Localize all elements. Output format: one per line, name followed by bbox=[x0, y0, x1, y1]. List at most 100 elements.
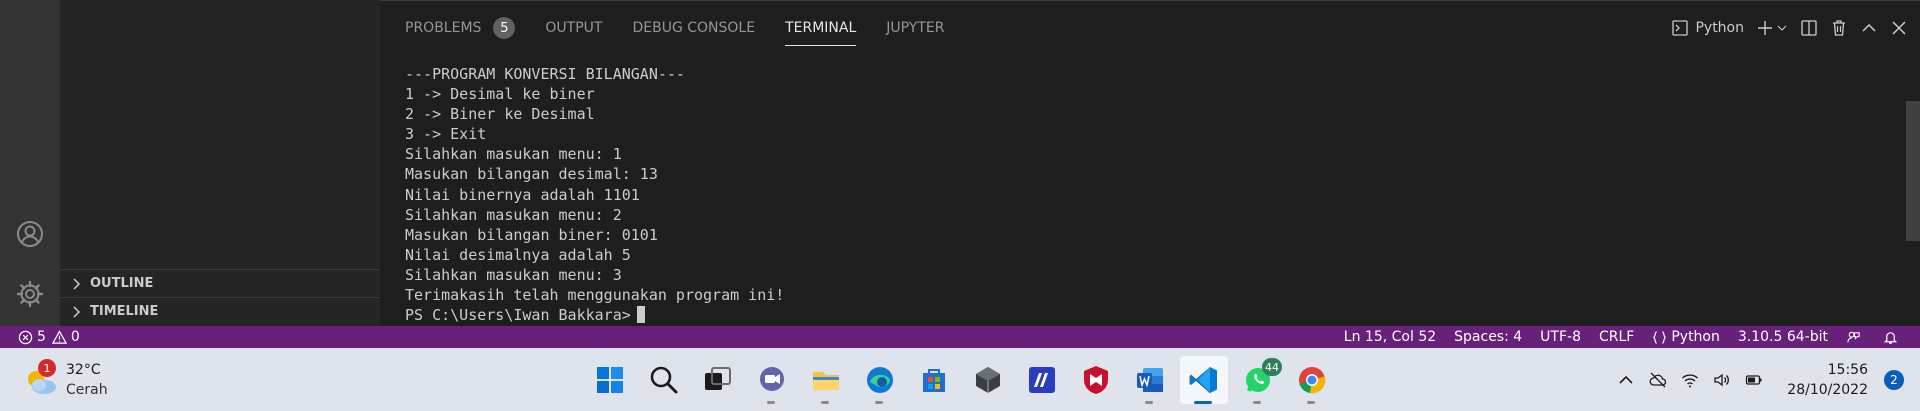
cloud-offline-icon[interactable] bbox=[1645, 367, 1671, 393]
notification-center-badge[interactable]: 2 bbox=[1884, 370, 1904, 390]
weather-condition: Cerah bbox=[66, 382, 108, 398]
sidebar: OUTLINE TIMELINE bbox=[60, 0, 380, 326]
tab-terminal[interactable]: TERMINAL bbox=[785, 8, 857, 48]
indentation[interactable]: Spaces: 4 bbox=[1454, 329, 1522, 345]
terminal-dropdown-button[interactable] bbox=[1776, 19, 1788, 37]
tab-output-label: OUTPUT bbox=[545, 20, 603, 36]
plus-icon bbox=[1758, 21, 1772, 35]
wifi-icon[interactable] bbox=[1677, 367, 1703, 393]
terminal-line: Nilai binernya adalah 1101 bbox=[405, 185, 640, 204]
terminal-prompt: PS C:\Users\Iwan Bakkara> bbox=[405, 306, 631, 325]
split-terminal-button[interactable] bbox=[1800, 19, 1818, 37]
clock-date: 28/10/2022 bbox=[1787, 382, 1868, 398]
terminal-line: Silahkan masukan menu: 3 bbox=[405, 265, 622, 284]
language-label: Python bbox=[1671, 329, 1720, 345]
clock[interactable]: 15:56 28/10/2022 bbox=[1787, 360, 1868, 400]
panel-tabs: PROBLEMS 5 OUTPUT DEBUG CONSOLE TERMINAL… bbox=[380, 1, 974, 55]
error-icon bbox=[18, 330, 33, 344]
weather-alert-badge: 1 bbox=[38, 359, 56, 377]
word-icon[interactable] bbox=[1126, 356, 1174, 404]
outline-label: OUTLINE bbox=[90, 276, 154, 291]
screen: OUTLINE TIMELINE PROBLEMS 5 OUTPUT DEBUG… bbox=[0, 0, 1920, 411]
terminal-profile-selector[interactable]: Python bbox=[1671, 19, 1744, 37]
file-explorer-icon[interactable] bbox=[802, 356, 850, 404]
chevron-down-icon bbox=[1777, 25, 1787, 31]
app-m-icon[interactable] bbox=[1018, 356, 1066, 404]
cursor-position[interactable]: Ln 15, Col 52 bbox=[1344, 329, 1436, 345]
show-hidden-icons-chevron-up-icon[interactable] bbox=[1613, 367, 1639, 393]
terminal-output[interactable]: ---PROGRAM KONVERSI BILANGAN--- 1 -> Desi… bbox=[405, 64, 784, 325]
running-indicator bbox=[1145, 401, 1153, 404]
encoding[interactable]: UTF-8 bbox=[1540, 329, 1581, 345]
terminal-line: Silahkan masukan menu: 2 bbox=[405, 205, 622, 224]
edge-icon[interactable] bbox=[856, 356, 904, 404]
volume-icon[interactable] bbox=[1709, 367, 1735, 393]
chevron-right-icon bbox=[73, 277, 81, 290]
teams-chat-icon[interactable] bbox=[748, 356, 796, 404]
cube-app-icon[interactable] bbox=[964, 356, 1012, 404]
terminal-line: Nilai desimalnya adalah 5 bbox=[405, 245, 631, 264]
weather-widget[interactable]: 1 32°C Cerah bbox=[22, 358, 108, 402]
tab-jupyter-label: JUPYTER bbox=[886, 20, 945, 36]
microsoft-store-icon[interactable] bbox=[910, 356, 958, 404]
close-icon bbox=[1892, 21, 1906, 35]
trash-icon bbox=[1833, 20, 1845, 36]
running-indicator bbox=[1307, 401, 1315, 404]
weather-temperature: 32°C bbox=[66, 362, 101, 378]
problems-count-badge: 5 bbox=[493, 17, 516, 39]
vscode-icon[interactable] bbox=[1180, 356, 1228, 404]
running-indicator bbox=[1253, 401, 1261, 404]
close-panel-button[interactable] bbox=[1890, 19, 1908, 37]
terminal-line: 1 -> Desimal ke biner bbox=[405, 85, 595, 104]
python-interpreter[interactable]: 3.10.5 64-bit bbox=[1738, 329, 1828, 345]
terminal-cursor bbox=[636, 306, 645, 324]
terminal-line: Silahkan masukan menu: 1 bbox=[405, 145, 622, 164]
system-tray: 15:56 28/10/2022 2 bbox=[1613, 356, 1920, 404]
end-of-line[interactable]: CRLF bbox=[1599, 329, 1634, 345]
mcafee-icon[interactable] bbox=[1072, 356, 1120, 404]
whatsapp-icon[interactable]: 44 bbox=[1234, 356, 1282, 404]
chrome-icon[interactable] bbox=[1288, 356, 1336, 404]
outline-section-header[interactable]: OUTLINE bbox=[60, 269, 380, 297]
terminal-line: Terimakasih telah menggunakan program in… bbox=[405, 286, 785, 305]
battery-icon[interactable] bbox=[1741, 367, 1767, 393]
weather-icon: 1 bbox=[22, 359, 60, 399]
account-icon[interactable] bbox=[14, 218, 46, 250]
chevron-right-icon bbox=[73, 305, 81, 318]
tab-problems[interactable]: PROBLEMS 5 bbox=[405, 8, 516, 48]
maximize-panel-button[interactable] bbox=[1860, 19, 1878, 37]
chevron-up-icon bbox=[1862, 23, 1876, 32]
whatsapp-unread-badge: 44 bbox=[1262, 358, 1282, 376]
language-mode[interactable]: Python bbox=[1652, 329, 1720, 345]
running-indicator bbox=[875, 401, 883, 404]
manage-gear-icon[interactable] bbox=[14, 278, 46, 310]
braces-icon bbox=[1653, 330, 1667, 344]
running-indicator bbox=[821, 401, 829, 404]
search-icon[interactable] bbox=[640, 356, 688, 404]
task-view-icon[interactable] bbox=[694, 356, 742, 404]
terminal-line: 2 -> Biner ke Desimal bbox=[405, 105, 595, 124]
notifications-button[interactable] bbox=[1883, 330, 1902, 345]
kill-terminal-button[interactable] bbox=[1830, 19, 1848, 37]
tab-debug-console[interactable]: DEBUG CONSOLE bbox=[632, 8, 755, 48]
taskbar-apps: 44 bbox=[583, 356, 1339, 404]
feedback-button[interactable] bbox=[1846, 330, 1865, 345]
problems-status[interactable]: 5 0 bbox=[18, 329, 80, 345]
timeline-section-header[interactable]: TIMELINE bbox=[60, 297, 380, 325]
tab-problems-label: PROBLEMS bbox=[405, 20, 482, 36]
windows-start-icon[interactable] bbox=[586, 356, 634, 404]
bell-icon bbox=[1883, 331, 1898, 344]
tab-terminal-label: TERMINAL bbox=[785, 20, 857, 36]
warning-icon bbox=[51, 329, 67, 344]
terminal-scrollbar[interactable] bbox=[1906, 101, 1920, 241]
new-terminal-button[interactable] bbox=[1756, 19, 1774, 37]
error-count: 5 bbox=[37, 329, 46, 345]
feedback-icon bbox=[1847, 331, 1860, 342]
windows-taskbar: 1 32°C Cerah 44 15:56 28/10/2022 2 bbox=[0, 348, 1920, 411]
tab-jupyter[interactable]: JUPYTER bbox=[886, 8, 944, 48]
terminal-prompt-line[interactable]: PS C:\Users\Iwan Bakkara> bbox=[405, 305, 784, 325]
terminal-icon bbox=[1672, 20, 1689, 36]
terminal-line: Masukan bilangan desimal: 13 bbox=[405, 165, 658, 184]
tab-output[interactable]: OUTPUT bbox=[545, 8, 602, 48]
timeline-label: TIMELINE bbox=[90, 304, 159, 319]
